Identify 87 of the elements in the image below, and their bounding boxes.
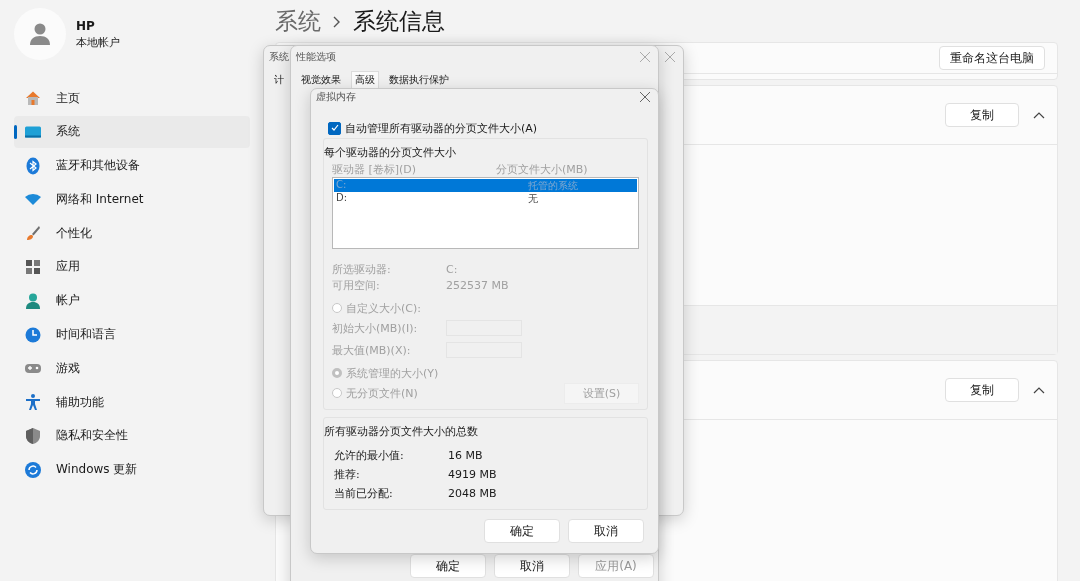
nav-item[interactable]: 个性化 <box>14 217 250 250</box>
tab[interactable]: 视觉效果 <box>297 71 345 88</box>
person-icon <box>24 291 42 310</box>
nav-label: 辅助功能 <box>56 393 104 411</box>
apps-icon <box>24 258 42 276</box>
dialog-button[interactable]: 取消 <box>494 554 570 578</box>
rename-button[interactable]: 重命名这台电脑 <box>939 46 1045 70</box>
nav-label: 帐户 <box>56 292 80 310</box>
chevron-right-icon <box>333 15 341 28</box>
field-label: 可用空间: <box>332 277 381 293</box>
selection-indicator <box>14 124 17 139</box>
nav-label: 游戏 <box>56 359 80 377</box>
radio-button[interactable] <box>332 388 342 398</box>
field-label: 最大值(MB)(X): <box>332 342 412 358</box>
account-type: 本地帐户 <box>76 34 120 50</box>
field-label: 当前已分配: <box>334 486 394 501</box>
nav-item[interactable]: 系统 <box>14 115 250 148</box>
nav-label: 个性化 <box>56 224 92 242</box>
table-cell-text: 托管的系统 <box>527 179 579 192</box>
group-title: 每个驱动器的分页文件大小 <box>324 145 457 161</box>
nav-label: 网络和 Internet <box>56 190 144 208</box>
shield-icon <box>24 426 42 445</box>
list-row[interactable]: D: 无 <box>334 192 637 205</box>
group-title: 所有驱动器分页文件大小的总数 <box>324 424 479 440</box>
table-cell-text: C: <box>335 179 348 192</box>
nav-item[interactable]: 隐私和安全性 <box>14 419 250 452</box>
nav-label: 隐私和安全性 <box>56 427 128 445</box>
radio-button[interactable] <box>332 368 342 378</box>
nav-item[interactable]: 辅助功能 <box>14 386 250 419</box>
nav-item[interactable]: 蓝牙和其他设备 <box>14 149 250 182</box>
table-cell-text: D: <box>335 192 349 205</box>
radio-button[interactable] <box>332 303 342 313</box>
copy-button[interactable]: 复制 <box>945 378 1019 402</box>
nav-item[interactable]: 主页 <box>14 82 250 114</box>
user-name: HP <box>76 18 96 33</box>
nav-item[interactable]: 时间和语言 <box>14 318 250 351</box>
field-value: 252537 MB <box>446 278 509 292</box>
nav-label: 蓝牙和其他设备 <box>56 157 140 175</box>
window-title: 系统 <box>269 50 289 64</box>
table-cell-text: 无 <box>527 192 539 205</box>
accessibility-icon <box>24 393 42 412</box>
field-value: C: <box>446 262 458 276</box>
nav-item[interactable]: 网络和 Internet <box>14 183 250 216</box>
nav-label: 系统 <box>56 123 80 141</box>
column-header: 分页文件大小(MB) <box>496 161 588 177</box>
field-label: 所选驱动器: <box>332 261 392 277</box>
dialog-button[interactable]: 取消 <box>568 519 644 543</box>
nav-label: Windows 更新 <box>56 461 138 479</box>
radio-label: 系统管理的大小(Y) <box>346 365 439 381</box>
field-value: 16 MB <box>448 449 483 462</box>
field-label: 推荐: <box>334 467 361 482</box>
window-title: 性能选项 <box>296 50 336 64</box>
home-icon <box>24 89 42 107</box>
bluetooth-icon <box>24 156 42 175</box>
checkbox[interactable] <box>328 121 341 135</box>
field-label: 初始大小(MB)(I): <box>332 320 419 336</box>
update-icon <box>24 460 42 479</box>
window-title: 虚拟内存 <box>316 90 356 104</box>
nav-label: 主页 <box>56 89 80 107</box>
chevron-up-icon[interactable] <box>1033 111 1045 119</box>
copy-button[interactable]: 复制 <box>945 103 1019 127</box>
dialog-button[interactable]: 确定 <box>410 554 486 578</box>
radio-label: 无分页文件(N) <box>346 385 418 401</box>
tab[interactable]: 高级 <box>351 71 379 88</box>
breadcrumb-item: 系统信息 <box>353 7 445 36</box>
breadcrumb-item[interactable]: 系统 <box>275 6 321 37</box>
nav-label: 应用 <box>56 258 80 276</box>
checkbox-label: 自动管理所有驱动器的分页文件大小(A) <box>345 120 538 136</box>
column-header: 驱动器 [卷标](D) <box>332 161 418 177</box>
clock-icon <box>24 325 42 344</box>
field-value: 4919 MB <box>448 468 497 481</box>
nav-item[interactable]: Windows 更新 <box>14 453 250 486</box>
person-icon <box>28 22 52 46</box>
nav-item[interactable]: 应用 <box>14 251 250 283</box>
dialog-button[interactable]: 确定 <box>484 519 560 543</box>
field-label: 允许的最小值: <box>334 448 405 463</box>
chevron-up-icon[interactable] <box>1033 386 1045 394</box>
tab[interactable]: 计 <box>270 71 288 88</box>
nav-label: 时间和语言 <box>56 326 116 344</box>
radio-label: 自定义大小(C): <box>346 300 421 316</box>
close-icon[interactable] <box>665 52 675 62</box>
tab[interactable]: 数据执行保护 <box>385 71 453 88</box>
field-value: 2048 MB <box>448 487 497 500</box>
nav-item[interactable]: 游戏 <box>14 352 250 385</box>
brush-icon <box>24 224 42 243</box>
close-icon[interactable] <box>640 92 650 102</box>
nav-item[interactable]: 帐户 <box>14 284 250 317</box>
